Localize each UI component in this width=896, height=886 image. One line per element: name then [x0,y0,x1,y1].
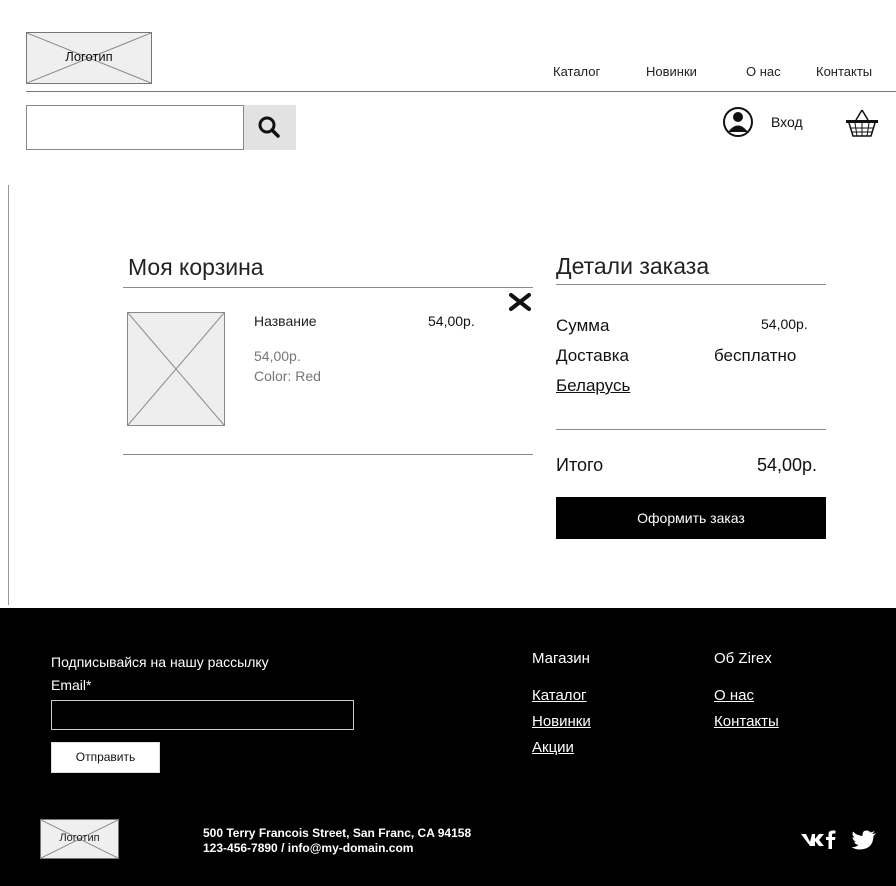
nav-new[interactable]: Новинки [646,64,697,79]
product-color: Color: Red [254,368,321,384]
user-icon [723,107,753,137]
cart-title: Моя корзина [128,254,264,280]
order-total-value: 54,00р. [757,455,818,475]
remove-item-icon[interactable] [508,292,532,312]
footer-link-contacts[interactable]: Контакты [714,713,779,730]
footer-link-catalog[interactable]: Каталог [532,687,587,704]
order-delivery-label: Доставка [556,346,630,365]
order-total-divider [556,429,826,430]
order-sum-value: 54,00р. [761,316,808,332]
image-placeholder-icon [127,312,225,426]
nav-contacts[interactable]: Контакты [816,64,872,79]
footer-link-sales[interactable]: Акции [532,739,574,756]
search-input[interactable] [26,105,244,150]
cart-bottom-divider [123,454,533,455]
footer-logo[interactable]: Логотип [40,819,119,859]
nav-catalog[interactable]: Каталог [553,64,600,79]
basket-icon[interactable] [844,108,880,138]
send-button[interactable]: Отправить [51,742,160,773]
footer-contacts: 123-456-7890 / info@my-domain.com [203,841,414,855]
order-sum-label: Сумма [556,316,610,335]
footer-link-new[interactable]: Новинки [532,713,591,730]
shop-title: Магазин [532,650,590,667]
email-label: Email* [51,677,92,693]
left-edge-line [8,185,9,605]
footer: Подписывайся на нашу рассылку Email* Отп… [0,608,896,886]
checkout-button[interactable]: Оформить заказ [556,497,826,539]
facebook-icon[interactable] [823,828,837,850]
header-logo[interactable]: Логотип [26,32,152,84]
order-country-link[interactable]: Беларусь [556,376,630,396]
header-logo-text: Логотип [65,49,113,64]
search-icon [258,116,280,138]
order-delivery-value: бесплатно [714,346,797,365]
cart-title-divider [123,287,533,288]
order-total-label: Итого [556,455,604,475]
login-label: Вход [771,114,803,130]
order-title-divider [556,284,826,285]
email-field[interactable] [51,700,354,730]
product-sub-price: 54,00р. [254,348,301,364]
product-name[interactable]: Название [254,313,317,329]
about-title: Об Zirex [714,650,772,667]
order-title: Детали заказа [556,253,710,279]
send-button-label: Отправить [75,750,136,764]
footer-logo-text: Логотип [59,832,100,844]
subscribe-title: Подписывайся на нашу рассылку [51,654,269,670]
twitter-icon[interactable] [851,830,877,850]
header-divider [26,91,896,92]
footer-address: 500 Terry Francois Street, San Franc, CA… [203,826,472,840]
product-price: 54,00р. [428,313,475,329]
footer-link-about[interactable]: О нас [714,687,754,704]
checkout-button-label: Оформить заказ [637,510,745,526]
search-button[interactable] [244,105,296,150]
nav-about[interactable]: О нас [746,64,781,79]
product-image[interactable] [127,312,225,426]
